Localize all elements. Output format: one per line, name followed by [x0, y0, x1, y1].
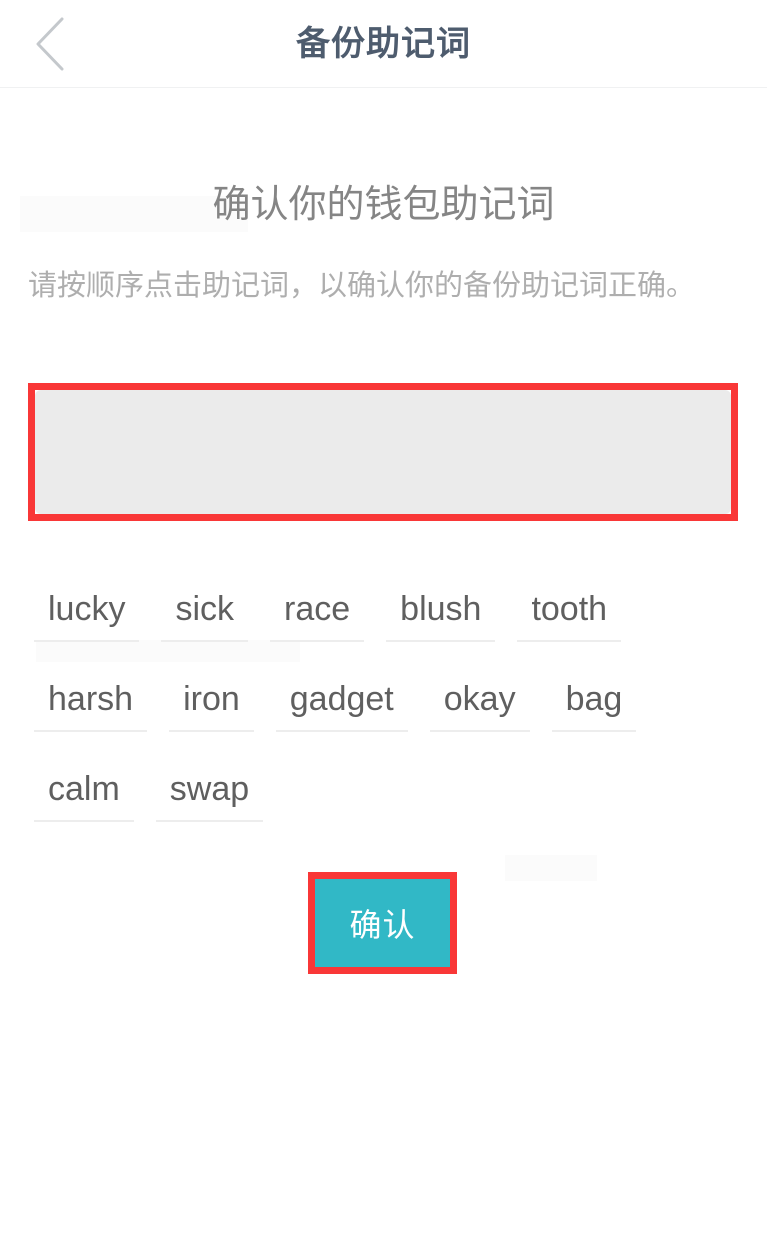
- word-chip-sick[interactable]: sick: [161, 592, 249, 642]
- word-chip-okay[interactable]: okay: [429, 682, 530, 732]
- confirm-button-highlight: 确认: [308, 872, 457, 974]
- word-bank-row: harsh iron gadget okay bag: [34, 668, 734, 732]
- word-bank-row: lucky sick race blush tooth: [34, 578, 734, 642]
- background-artifact: [505, 855, 597, 881]
- word-chip-bag[interactable]: bag: [551, 682, 637, 732]
- word-chip-race[interactable]: race: [270, 592, 365, 642]
- word-chip-blush[interactable]: blush: [386, 592, 496, 642]
- section-subtitle: 请按顺序点击助记词，以确认你的备份助记词正确。: [28, 269, 696, 302]
- section-title: 确认你的钱包助记词: [212, 184, 555, 226]
- word-bank: lucky sick race blush tooth harsh iron gadget ok…: [34, 578, 734, 848]
- word-chip-calm[interactable]: calm: [34, 772, 134, 822]
- word-chip-iron[interactable]: iron: [169, 682, 254, 732]
- confirm-button[interactable]: 确认: [315, 879, 450, 967]
- page-title: 备份助记词: [296, 25, 471, 63]
- app-header: 备份助记词: [0, 0, 767, 88]
- word-chip-harsh[interactable]: harsh: [34, 682, 148, 732]
- word-bank-row: calm swap: [34, 758, 734, 822]
- word-chip-gadget[interactable]: gadget: [275, 682, 408, 732]
- main-content: 确认你的钱包助记词 请按顺序点击助记词，以确认你的备份助记词正确。: [0, 88, 767, 307]
- word-chip-tooth[interactable]: tooth: [517, 592, 622, 642]
- selected-words-highlight: [28, 383, 738, 521]
- word-chip-swap[interactable]: swap: [155, 772, 264, 822]
- word-chip-lucky[interactable]: lucky: [34, 592, 140, 642]
- selected-words-box[interactable]: [35, 390, 731, 514]
